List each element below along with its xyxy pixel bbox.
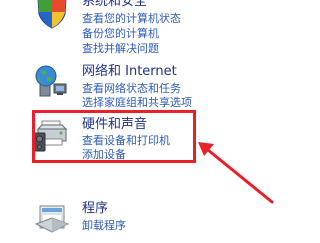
control-panel-category-view: 系统和安全 查看您的计算机状态 备份您的计算机 查找并解决问题 网络和 Inte… xyxy=(0,0,296,243)
category-title[interactable]: 网络和 Internet xyxy=(82,64,177,80)
link-backup-computer[interactable]: 备份您的计算机 xyxy=(82,27,159,40)
programs-icon[interactable] xyxy=(32,196,72,236)
network-globe-icon[interactable] xyxy=(32,62,72,102)
link-view-computer-status[interactable]: 查看您的计算机状态 xyxy=(82,12,181,25)
link-find-fix-problems[interactable]: 查找并解决问题 xyxy=(82,42,159,55)
link-uninstall-program[interactable]: 卸载程序 xyxy=(82,219,126,232)
link-homegroup-sharing[interactable]: 选择家庭组和共享选项 xyxy=(82,96,192,109)
category-title[interactable]: 程序 xyxy=(82,201,108,217)
shield-icon[interactable] xyxy=(32,0,72,30)
category-title[interactable]: 系统和安全 xyxy=(82,0,147,10)
link-view-network-status[interactable]: 查看网络状态和任务 xyxy=(82,82,181,95)
highlight-box xyxy=(32,110,196,163)
